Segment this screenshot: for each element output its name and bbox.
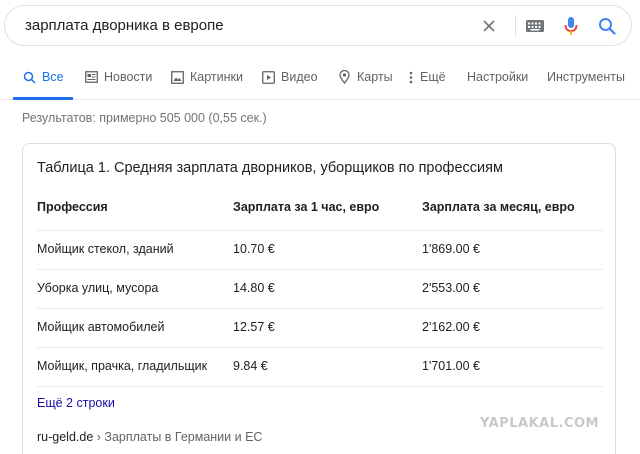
table-divider bbox=[37, 269, 603, 270]
search-bar-divider bbox=[515, 15, 516, 37]
tab-label: Все bbox=[42, 70, 64, 84]
source-path: › Зарплаты в Германии и ЕС bbox=[93, 430, 263, 444]
tab-label: Картинки bbox=[190, 70, 243, 84]
search-bar: зарплата дворника в европе bbox=[4, 5, 632, 46]
source-domain: ru-geld.de bbox=[37, 430, 94, 444]
tab-label: Ещё bbox=[420, 70, 446, 84]
search-input[interactable]: зарплата дворника в европе bbox=[25, 17, 224, 34]
table-cell: 10.70 € bbox=[233, 242, 275, 256]
tab-news[interactable]: Новости bbox=[84, 70, 152, 98]
video-icon bbox=[261, 70, 275, 84]
tab-more[interactable]: Ещё bbox=[408, 70, 446, 98]
table-cell: Мойщик автомобилей bbox=[37, 320, 165, 334]
table-cell: 2'553.00 € bbox=[422, 281, 480, 295]
table-header-profession: Профессия bbox=[37, 200, 108, 214]
search-icon[interactable] bbox=[595, 14, 619, 38]
tab-images[interactable]: Картинки bbox=[170, 70, 243, 98]
news-icon bbox=[84, 70, 98, 84]
table-cell: Мойщик, прачка, гладильщик bbox=[37, 359, 208, 373]
tab-label: Видео bbox=[281, 70, 318, 84]
tab-label: Новости bbox=[104, 70, 153, 84]
table-cell: 12.57 € bbox=[233, 320, 275, 334]
table-cell: Мойщик стекол, зданий bbox=[37, 242, 174, 256]
table-divider bbox=[37, 386, 603, 387]
active-tab-indicator bbox=[13, 97, 73, 100]
table-cell: 1'869.00 € bbox=[422, 242, 480, 256]
table-cell: 14.80 € bbox=[233, 281, 275, 295]
tab-video[interactable]: Видео bbox=[261, 70, 318, 98]
more-vert-icon bbox=[408, 70, 414, 84]
table-header-hourly: Зарплата за 1 час, евро bbox=[233, 200, 380, 214]
tab-label: Настройки bbox=[467, 70, 529, 84]
image-icon bbox=[170, 70, 184, 84]
tab-settings[interactable]: Настройки bbox=[467, 70, 528, 98]
tab-label: Инструменты bbox=[547, 70, 625, 84]
map-pin-icon bbox=[337, 70, 351, 84]
keyboard-icon[interactable] bbox=[523, 14, 547, 38]
snippet-title: Таблица 1. Средняя зарплата дворников, у… bbox=[37, 160, 503, 176]
microphone-icon[interactable] bbox=[559, 14, 583, 38]
tab-label: Карты bbox=[357, 70, 393, 84]
watermark: YAPLAKAL.COM bbox=[480, 416, 599, 431]
table-cell: 2'162.00 € bbox=[422, 320, 480, 334]
tab-tools[interactable]: Инструменты bbox=[547, 70, 625, 98]
table-header-monthly: Зарплата за месяц, евро bbox=[422, 200, 575, 214]
clear-icon[interactable] bbox=[477, 14, 501, 38]
table-divider bbox=[37, 308, 603, 309]
tab-all[interactable]: Все bbox=[22, 70, 64, 98]
featured-snippet: Таблица 1. Средняя зарплата дворников, у… bbox=[22, 143, 616, 454]
table-divider bbox=[37, 230, 603, 231]
table-cell: 9.84 € bbox=[233, 359, 268, 373]
search-icon bbox=[22, 70, 36, 84]
table-cell: Уборка улиц, мусора bbox=[37, 281, 159, 295]
source-breadcrumb[interactable]: ru-geld.de › Зарплаты в Германии и ЕС bbox=[37, 430, 262, 444]
results-count: Результатов: примерно 505 000 (0,55 сек.… bbox=[22, 111, 267, 125]
search-tabs: Все Новости Картинки Видео Карты Ещё Нас… bbox=[0, 56, 640, 100]
more-rows-link[interactable]: Ещё 2 строки bbox=[37, 396, 115, 410]
table-cell: 1'701.00 € bbox=[422, 359, 480, 373]
tab-maps[interactable]: Карты bbox=[337, 70, 393, 98]
table-divider bbox=[37, 347, 603, 348]
